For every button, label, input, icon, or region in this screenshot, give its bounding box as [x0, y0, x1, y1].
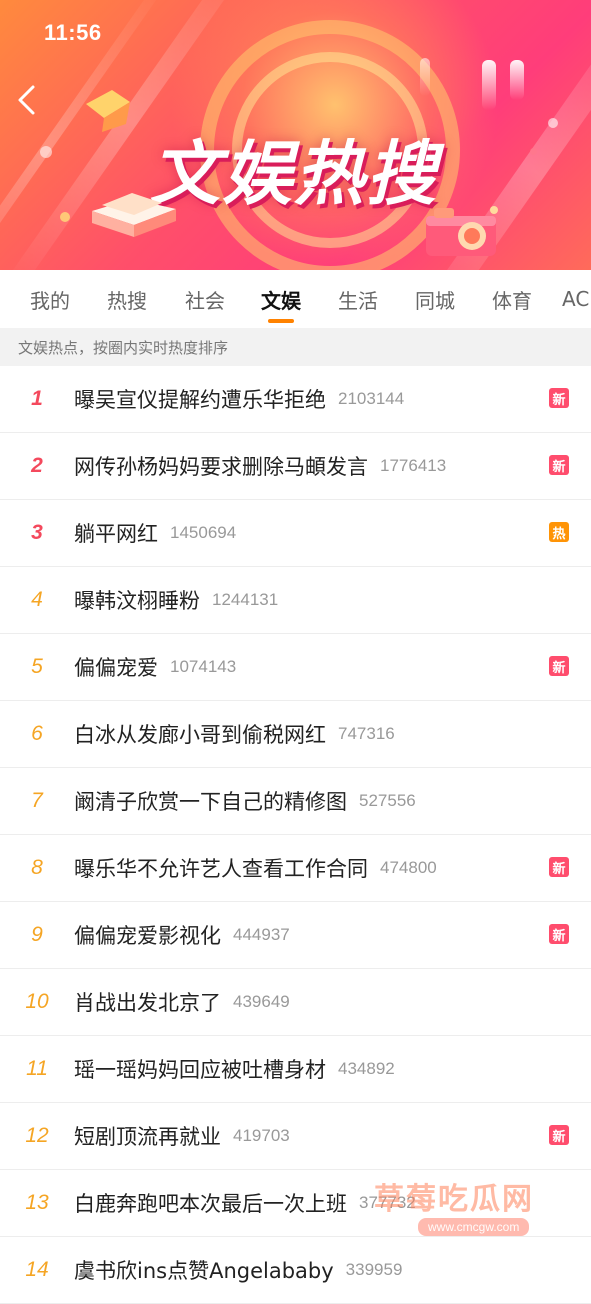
- list-item[interactable]: 10 肖战出发北京了 439649: [0, 969, 591, 1036]
- new-badge: 新: [549, 1125, 569, 1145]
- tab-hot-search[interactable]: 热搜: [99, 270, 155, 328]
- heat-count: 1776413: [380, 456, 447, 475]
- rank-number: 7: [31, 789, 43, 812]
- new-badge: 新: [549, 924, 569, 944]
- tab-sports[interactable]: 体育: [484, 270, 540, 328]
- list-item[interactable]: 7 阚清子欣赏一下自己的精修图 527556: [0, 768, 591, 835]
- back-button[interactable]: [8, 82, 44, 118]
- rank-number: 9: [31, 923, 43, 946]
- rank-number: 11: [26, 1057, 48, 1080]
- list-item[interactable]: 3 躺平网红 1450694 热: [0, 500, 591, 567]
- decor-dot: [40, 146, 52, 158]
- heat-count: 434892: [338, 1059, 395, 1078]
- stage-light: [510, 60, 524, 100]
- rank-number: 1: [31, 387, 43, 410]
- heat-count: 527556: [359, 791, 416, 810]
- topic-title: 曝吴宣仪提解约遭乐华拒绝: [74, 388, 326, 412]
- list-item[interactable]: 14 虞书欣ins点赞Angelababy 339959: [0, 1237, 591, 1304]
- heat-count: 747316: [338, 724, 395, 743]
- rank-number: 6: [31, 722, 43, 745]
- list-item[interactable]: 1 曝吴宣仪提解约遭乐华拒绝 2103144 新: [0, 366, 591, 433]
- tab-local[interactable]: 同城: [407, 270, 463, 328]
- rank-number: 4: [31, 588, 43, 611]
- topic-title: 白冰从发廊小哥到偷税网红: [74, 723, 326, 747]
- heat-count: 1074143: [170, 657, 237, 676]
- new-badge: 新: [549, 455, 569, 475]
- book-icon: [92, 193, 176, 237]
- list-item[interactable]: 12 短剧顶流再就业 419703 新: [0, 1103, 591, 1170]
- stage-light: [482, 60, 496, 110]
- stage-light: [420, 58, 430, 96]
- list-item[interactable]: 8 曝乐华不允许艺人查看工作合同 474800 新: [0, 835, 591, 902]
- tab-society[interactable]: 社会: [177, 270, 233, 328]
- list-item[interactable]: 5 偏偏宠爱 1074143 新: [0, 634, 591, 701]
- decor-dot: [530, 148, 537, 155]
- topic-title: 躺平网红: [74, 522, 158, 546]
- heat-count: 419703: [233, 1126, 290, 1145]
- new-badge: 新: [549, 388, 569, 408]
- topic-title: 瑶一瑶妈妈回应被吐槽身材: [74, 1058, 326, 1082]
- topic-title: 曝韩汶栩睡粉: [74, 589, 200, 613]
- list-item[interactable]: 11 瑶一瑶妈妈回应被吐槽身材 434892: [0, 1036, 591, 1103]
- topic-title: 偏偏宠爱影视化: [74, 924, 221, 948]
- rank-number: 10: [25, 990, 49, 1013]
- heat-count: 444937: [233, 925, 290, 944]
- status-time: 11:56: [44, 20, 102, 45]
- heat-count: 377732: [359, 1193, 416, 1212]
- decor-dot: [548, 118, 558, 128]
- tab-mine[interactable]: 我的: [22, 270, 78, 328]
- list-item[interactable]: 13 白鹿奔跑吧本次最后一次上班 377732: [0, 1170, 591, 1237]
- rank-number: 13: [25, 1191, 49, 1214]
- rank-number: 3: [31, 521, 43, 544]
- heat-count: 439649: [233, 992, 290, 1011]
- chevron-left-icon: [18, 85, 35, 115]
- decor-dot: [60, 212, 70, 222]
- rank-number: 2: [31, 454, 43, 477]
- category-tabs: 我的 热搜 社会 文娱 生活 同城 体育 AC: [0, 270, 591, 328]
- heat-count: 1450694: [170, 523, 237, 542]
- rank-number: 5: [31, 655, 43, 678]
- rank-number: 8: [31, 856, 43, 879]
- hot-badge: 热: [549, 522, 569, 542]
- topic-title: 阚清子欣赏一下自己的精修图: [74, 790, 347, 814]
- heat-count: 474800: [380, 858, 437, 877]
- list-item[interactable]: 6 白冰从发廊小哥到偷税网红 747316: [0, 701, 591, 768]
- list-item[interactable]: 4 曝韩汶栩睡粉 1244131: [0, 567, 591, 634]
- list-item[interactable]: 9 偏偏宠爱影视化 444937 新: [0, 902, 591, 969]
- topic-title: 网传孙杨妈妈要求删除马頔发言: [74, 455, 368, 479]
- topic-title: 短剧顶流再就业: [74, 1125, 221, 1149]
- active-tab-indicator: [268, 319, 294, 323]
- rank-number: 12: [25, 1124, 49, 1147]
- heat-count: 2103144: [338, 389, 405, 408]
- topic-title: 白鹿奔跑吧本次最后一次上班: [74, 1192, 347, 1216]
- topic-title: 肖战出发北京了: [74, 991, 221, 1015]
- new-badge: 新: [549, 857, 569, 877]
- heat-count: 1244131: [212, 590, 279, 609]
- topic-title: 偏偏宠爱: [74, 656, 158, 680]
- heat-count: 339959: [345, 1260, 403, 1279]
- hot-search-list: 1 曝吴宣仪提解约遭乐华拒绝 2103144 新 2 网传孙杨妈妈要求删除马頔发言…: [0, 366, 591, 1304]
- tab-life[interactable]: 生活: [330, 270, 386, 328]
- ranking-hint: 文娱热点，按圈内实时热度排序: [0, 328, 591, 366]
- rank-number: 14: [25, 1258, 49, 1281]
- new-badge: 新: [549, 656, 569, 676]
- topic-title: 曝乐华不允许艺人查看工作合同: [74, 857, 368, 881]
- camera-icon: [426, 208, 496, 256]
- list-item[interactable]: 2 网传孙杨妈妈要求删除马頔发言 1776413 新: [0, 433, 591, 500]
- tab-acg[interactable]: AC: [562, 270, 591, 328]
- header-banner: 11:56 文娱热搜: [0, 0, 591, 270]
- topic-title: 虞书欣ins点赞Angelababy: [74, 1259, 334, 1283]
